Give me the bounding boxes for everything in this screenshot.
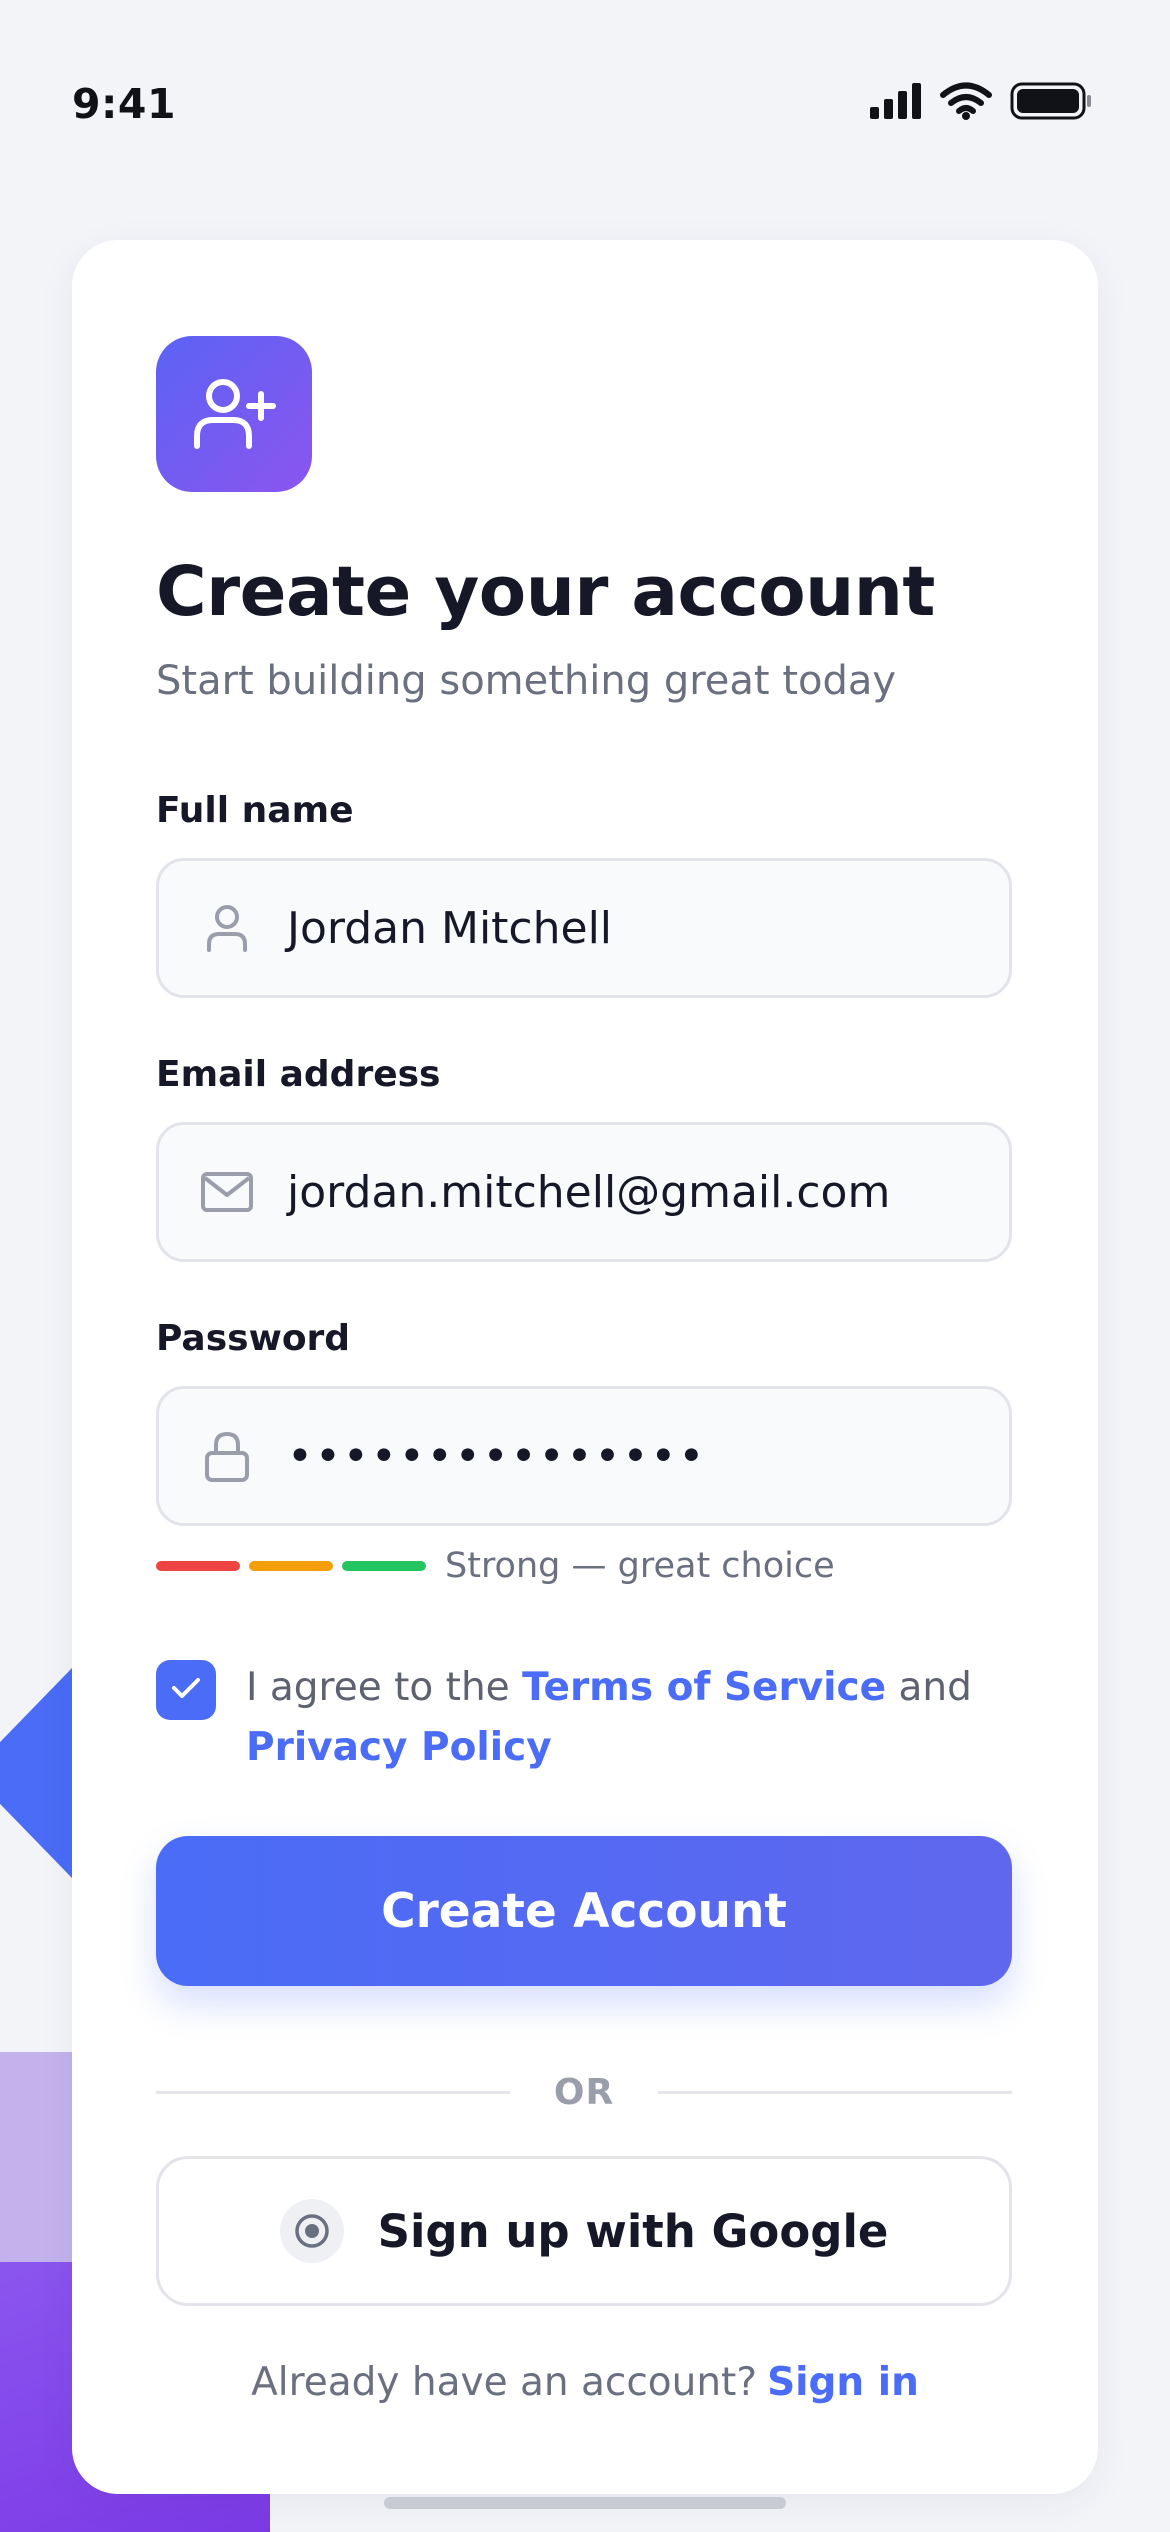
strength-segment-strong <box>342 1561 426 1571</box>
divider-line-left <box>156 2090 510 2094</box>
radio-dot-icon <box>279 2199 344 2263</box>
background-triangle-shape <box>0 1668 72 1878</box>
signin-prompt-row: Already have an account? Sign in <box>72 2360 1098 2405</box>
full-name-field[interactable]: Jordan Mitchell <box>156 858 1012 998</box>
terms-middle: and <box>886 1665 972 1710</box>
full-name-label: Full name <box>156 790 354 831</box>
status-bar: 9:41 <box>0 0 1170 210</box>
divider-label: OR <box>553 2071 615 2113</box>
signin-prompt: Already have an account? <box>251 2360 758 2405</box>
google-signup-button[interactable]: Sign up with Google <box>156 2156 1012 2306</box>
status-icons <box>870 82 1092 124</box>
strength-segment-weak <box>156 1561 240 1571</box>
mail-icon <box>199 1171 255 1213</box>
checkmark-icon <box>171 1676 201 1704</box>
create-account-button[interactable]: Create Account <box>156 1836 1012 1986</box>
page-subtitle: Start building something great today <box>156 658 897 704</box>
or-divider: OR <box>156 2070 1013 2114</box>
lock-icon <box>199 1429 255 1483</box>
password-label: Password <box>156 1318 351 1359</box>
password-value: ••••••••••••••• <box>287 1430 707 1482</box>
terms-of-service-link[interactable]: Terms of Service <box>522 1665 886 1710</box>
home-indicator[interactable] <box>384 2497 786 2509</box>
sign-in-link[interactable]: Sign in <box>767 2360 919 2405</box>
wifi-icon <box>940 82 992 124</box>
full-name-value: Jordan Mitchell <box>287 902 613 954</box>
signup-card: Create your account Start building somet… <box>72 240 1098 2494</box>
terms-checkbox[interactable] <box>156 1660 216 1720</box>
terms-text: I agree to the Terms of Service and Priv… <box>246 1658 1016 1778</box>
divider-line-right <box>658 2090 1013 2094</box>
privacy-policy-link[interactable]: Privacy Policy <box>246 1725 552 1770</box>
user-plus-icon <box>156 336 312 492</box>
password-strength-meter: Strong — great choice <box>156 1546 835 1586</box>
cellular-signal-icon <box>870 83 922 123</box>
email-value: jordan.mitchell@gmail.com <box>287 1166 891 1218</box>
battery-icon <box>1010 82 1092 124</box>
person-icon <box>199 904 255 952</box>
status-time: 9:41 <box>72 80 176 128</box>
strength-segment-medium <box>249 1561 333 1571</box>
email-label: Email address <box>156 1054 441 1095</box>
google-button-label: Sign up with Google <box>377 2204 889 2258</box>
email-field[interactable]: jordan.mitchell@gmail.com <box>156 1122 1012 1262</box>
page-title: Create your account <box>156 552 935 632</box>
strength-text: Strong — great choice <box>445 1546 835 1586</box>
password-field[interactable]: ••••••••••••••• <box>156 1386 1012 1526</box>
terms-prefix: I agree to the <box>246 1665 523 1710</box>
